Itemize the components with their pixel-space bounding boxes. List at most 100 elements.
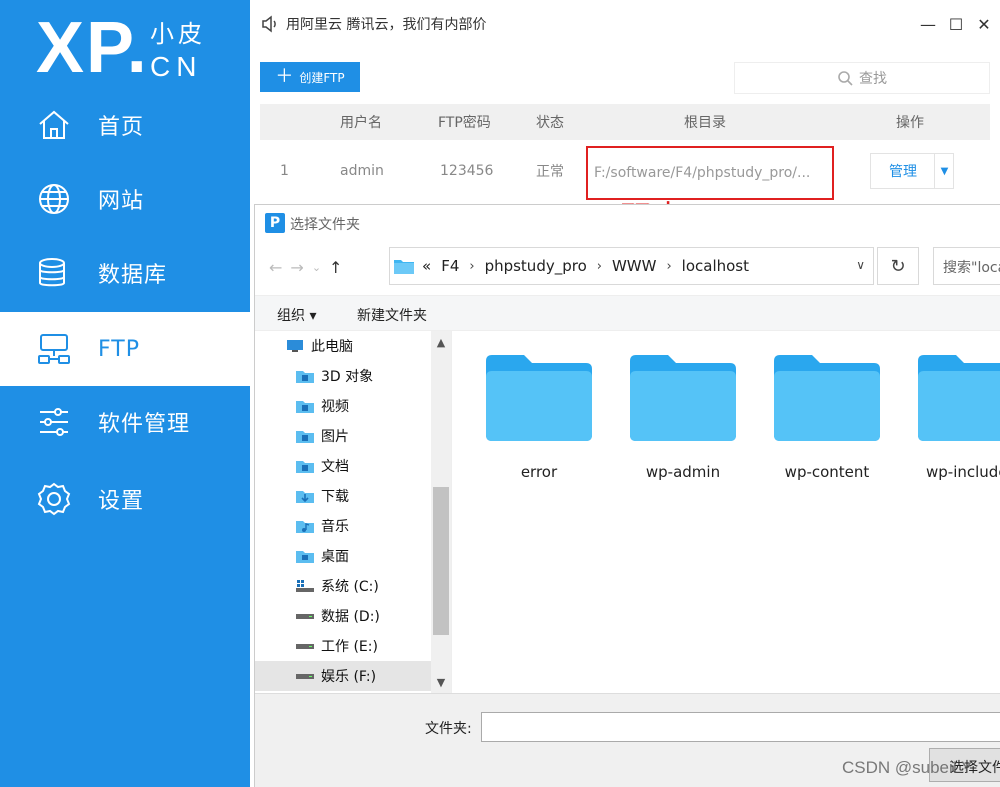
computer-icon xyxy=(287,340,303,352)
folder-item-wp-content[interactable]: wp-content xyxy=(772,355,882,485)
maximize-button[interactable]: ☐ xyxy=(944,12,968,36)
desktop-icon xyxy=(296,551,314,563)
tree-item-3d-objects[interactable]: 3D 对象 xyxy=(255,361,431,391)
tree-item-label: 音乐 xyxy=(321,519,349,535)
recent-dropdown-icon[interactable]: ⌄ xyxy=(312,261,321,274)
select-folder-dialog: P 选择文件夹 ← → ⌄ ↑ « F4 › phpstudy_pro › WW… xyxy=(254,204,1000,787)
row-username: admin xyxy=(340,163,384,179)
col-root: 根目录 xyxy=(684,115,726,131)
scrollbar-thumb[interactable] xyxy=(433,487,449,635)
nav-item-label: 数据库 xyxy=(98,263,168,288)
nav-item-label: 软件管理 xyxy=(98,412,191,437)
tree-scrollbar[interactable]: ▲ ▼ xyxy=(431,331,451,693)
tree-item-label: 数据 (D:) xyxy=(321,609,380,625)
tree-item-label: 此电脑 xyxy=(311,339,353,355)
table-header: 用户名 FTP密码 状态 根目录 操作 xyxy=(260,104,990,140)
tree-item-documents[interactable]: 文档 xyxy=(255,451,431,481)
nav-item-software[interactable]: 软件管理 xyxy=(0,385,250,459)
caret-down-icon: ▼ xyxy=(940,165,949,177)
tree-item-drive-d[interactable]: 数据 (D:) xyxy=(255,601,431,631)
chevron-right-icon[interactable]: › xyxy=(666,259,671,274)
col-action: 操作 xyxy=(896,115,924,131)
nav-item-settings[interactable]: 设置 xyxy=(0,462,250,536)
promo-notice[interactable]: 用阿里云 腾讯云，我们有内部价 xyxy=(286,14,486,34)
nav-item-label: 网站 xyxy=(98,189,145,214)
tree-item-pictures[interactable]: 图片 xyxy=(255,421,431,451)
back-arrow-icon[interactable]: ← xyxy=(269,258,282,277)
logo-sub-cn: CN xyxy=(150,51,203,82)
tree-item-this-pc[interactable]: 此电脑 xyxy=(255,331,431,361)
downloads-icon xyxy=(296,491,314,503)
watermark: CSDN @subeiLY xyxy=(842,758,973,777)
tree-item-drive-c[interactable]: 系统 (C:) xyxy=(255,571,431,601)
nav-item-label: FTP xyxy=(98,336,140,362)
tree-item-drive-f[interactable]: 娱乐 (F:) xyxy=(255,661,431,691)
manage-dropdown-button[interactable]: ▼ xyxy=(934,153,954,189)
3d-objects-icon xyxy=(296,371,314,383)
search-icon xyxy=(838,71,853,86)
folder-icon xyxy=(394,260,414,274)
chevron-down-icon[interactable]: ∨ xyxy=(856,258,865,272)
chevron-right-icon[interactable]: › xyxy=(597,259,602,274)
logo-sub-chinese: 小皮 xyxy=(150,20,206,48)
col-username: 用户名 xyxy=(340,115,382,131)
tree-item-downloads[interactable]: 下载 xyxy=(255,481,431,511)
breadcrumb-item[interactable]: phpstudy_pro xyxy=(485,257,587,275)
row-index: 1 xyxy=(280,163,289,179)
folder-field[interactable] xyxy=(481,712,1000,742)
minimize-button[interactable]: — xyxy=(916,12,940,36)
tree-item-label: 3D 对象 xyxy=(321,369,374,385)
tree-item-label: 娱乐 (F:) xyxy=(321,669,377,685)
breadcrumb-overflow[interactable]: « xyxy=(422,257,431,275)
search-input[interactable]: 查找 xyxy=(734,62,990,94)
tree-item-label: 工作 (E:) xyxy=(321,639,378,655)
dialog-title: 选择文件夹 xyxy=(290,217,360,233)
breadcrumb-item[interactable]: WWW xyxy=(612,257,657,275)
close-button[interactable]: ✕ xyxy=(972,12,996,36)
tree-item-label: 图片 xyxy=(321,429,349,445)
new-folder-button[interactable]: 新建文件夹 xyxy=(357,305,427,325)
tree-item-videos[interactable]: 视频 xyxy=(255,391,431,421)
globe-icon xyxy=(39,184,69,214)
folder-name: wp-admin xyxy=(645,463,721,481)
drive-icon xyxy=(296,674,314,679)
folder-item-error[interactable]: error xyxy=(484,355,594,485)
pictures-icon xyxy=(296,431,314,443)
drive-icon xyxy=(296,614,314,619)
nav-item-home[interactable]: 首页 xyxy=(0,88,250,162)
folder-item-wp-admin[interactable]: wp-admin xyxy=(628,355,738,485)
create-ftp-button[interactable]: ＋ 创建FTP xyxy=(260,62,360,92)
chevron-right-icon[interactable]: › xyxy=(469,259,474,274)
gear-icon xyxy=(37,482,71,516)
tree-item-drive-e[interactable]: 工作 (E:) xyxy=(255,631,431,661)
folder-name: wp-content xyxy=(784,463,870,481)
scroll-down-icon[interactable]: ▼ xyxy=(431,673,451,693)
folder-icon xyxy=(630,355,736,441)
nav-item-ftp[interactable]: FTP xyxy=(0,312,250,386)
dialog-search-input[interactable]: 搜索"localhost" xyxy=(933,247,1000,285)
col-password: FTP密码 xyxy=(438,115,491,131)
manage-label: 管理 xyxy=(889,164,917,180)
up-arrow-icon[interactable]: ↑ xyxy=(329,258,342,277)
organize-menu[interactable]: 组织 ▾ xyxy=(277,305,316,325)
tree-item-desktop[interactable]: 桌面 xyxy=(255,541,431,571)
refresh-button[interactable]: ↻ xyxy=(877,247,919,285)
search-label: 查找 xyxy=(859,71,887,87)
tree-item-music[interactable]: 音乐 xyxy=(255,511,431,541)
scroll-up-icon[interactable]: ▲ xyxy=(431,333,451,353)
row-password: 123456 xyxy=(440,163,494,179)
navigation-tree: 此电脑 3D 对象 视频 图片 文档 下载 音乐 桌面 系统 (C:) 数据 (… xyxy=(255,331,451,693)
breadcrumb-item[interactable]: localhost xyxy=(682,257,749,275)
folder-item-wp-includes[interactable]: wp-includes xyxy=(916,355,1000,485)
forward-arrow-icon[interactable]: → xyxy=(290,258,303,277)
nav-item-label: 首页 xyxy=(98,115,145,140)
title-bar: 用阿里云 腾讯云，我们有内部价 — ☐ ✕ xyxy=(250,0,1000,48)
nav-item-website[interactable]: 网站 xyxy=(0,162,250,236)
nav-item-label: 设置 xyxy=(98,489,145,514)
folder-icon xyxy=(774,355,880,441)
breadcrumb-item[interactable]: F4 xyxy=(441,257,459,275)
folder-name: error xyxy=(520,463,558,481)
nav-item-database[interactable]: 数据库 xyxy=(0,236,250,310)
address-bar[interactable]: « F4 › phpstudy_pro › WWW › localhost ∨ xyxy=(389,247,874,285)
refresh-icon: ↻ xyxy=(890,255,906,277)
